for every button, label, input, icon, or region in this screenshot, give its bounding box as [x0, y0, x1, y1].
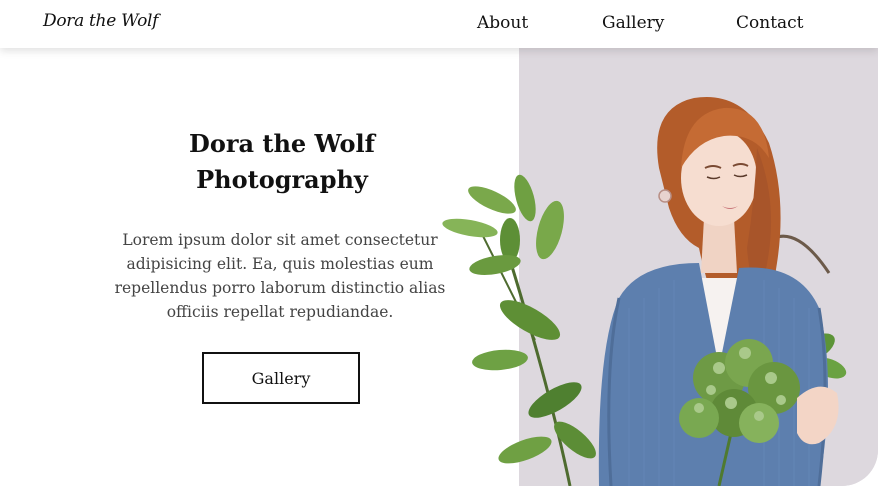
decorative-leaves-icon: [442, 174, 596, 486]
site-logo[interactable]: Dora the Wolf: [43, 11, 158, 31]
top-navigation-bar: Dora the Wolf About Gallery Contact: [0, 0, 878, 48]
hero-title-line-2: Photography: [196, 165, 368, 194]
nav-link-gallery[interactable]: Gallery: [602, 13, 664, 33]
hero-description: Lorem ipsum dolor sit amet consectetur a…: [114, 231, 446, 321]
gallery-button[interactable]: Gallery: [202, 352, 360, 404]
hero-title-line-1: Dora the Wolf: [189, 129, 375, 158]
nav-link-about[interactable]: About: [477, 13, 528, 33]
hero-title: Dora the Wolf Photography: [112, 126, 452, 198]
nav-link-contact[interactable]: Contact: [736, 13, 804, 33]
